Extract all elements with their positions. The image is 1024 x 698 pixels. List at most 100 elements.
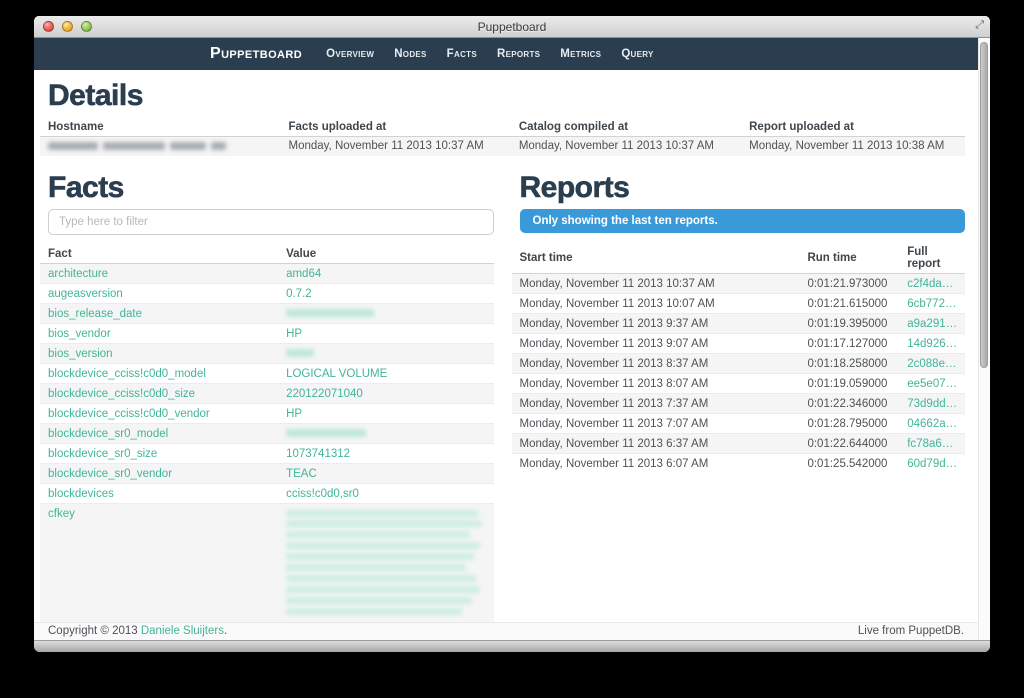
fact-name-cell: blockdevice_cciss!c0d0_vendor — [40, 404, 278, 424]
facts-uploaded-cell: Monday, November 11 2013 10:37 AM — [281, 136, 511, 156]
fact-row: blockdevice_sr0_model — [40, 424, 494, 444]
report-uploaded-cell: Monday, November 11 2013 10:38 AM — [741, 136, 965, 156]
fact-name-link[interactable]: bios_release_date — [48, 308, 142, 320]
fact-value-link[interactable]: 220122071040 — [286, 388, 363, 400]
report-hash-cell: a9a291… — [899, 314, 965, 334]
full-report-link[interactable]: 73d9dd… — [907, 398, 957, 410]
fact-name-link[interactable]: bios_version — [48, 348, 113, 360]
live-from-puppetdb-text: Live from PuppetDB. — [858, 625, 964, 637]
fact-value-cell: HP — [278, 404, 493, 424]
report-start-time: Monday, November 11 2013 6:07 AM — [512, 454, 800, 474]
report-row: Monday, November 11 2013 8:37 AM0:01:18.… — [512, 354, 966, 374]
fact-value-link[interactable]: HP — [286, 328, 302, 340]
redacted-line — [286, 575, 475, 582]
fact-row: blockdevice_cciss!c0d0_model LOGICAL VOLU… — [40, 364, 494, 384]
details-row: Monday, November 11 2013 10:37 AM Monday… — [40, 136, 965, 156]
fact-name-link[interactable]: blockdevice_sr0_model — [48, 428, 168, 440]
redacted-line — [286, 586, 479, 593]
report-hash-cell: c2f4da… — [899, 274, 965, 294]
fact-name-link[interactable]: blockdevices — [48, 488, 114, 500]
fact-value-cell: 0.7.2 — [278, 284, 493, 304]
fact-value-cell: amd64 — [278, 264, 493, 284]
fact-name-link[interactable]: augeasversion — [48, 288, 123, 300]
fact-value-link[interactable]: 0.7.2 — [286, 288, 312, 300]
details-col-catalog-compiled: Catalog compiled at — [511, 118, 741, 137]
facts-section: Facts Fact Value architectureamd64augeas… — [40, 168, 494, 622]
fact-value-link[interactable]: HP — [286, 408, 302, 420]
navbar-menu: OverviewNodesFactsReportsMetricsQuery — [316, 48, 664, 60]
redacted-line — [286, 597, 471, 604]
fact-name-link[interactable]: blockdevice_sr0_size — [48, 448, 157, 460]
report-start-time: Monday, November 11 2013 8:07 AM — [512, 374, 800, 394]
report-row: Monday, November 11 2013 6:37 AM0:01:22.… — [512, 434, 966, 454]
full-report-link[interactable]: 14d926… — [907, 338, 957, 350]
fact-name-cell: blockdevice_sr0_model — [40, 424, 278, 444]
nav-link-overview[interactable]: Overview — [316, 48, 384, 60]
facts-filter-input[interactable] — [48, 209, 494, 235]
window-scrollbar[interactable] — [978, 38, 990, 640]
navbar-brand[interactable]: Puppetboard — [210, 45, 302, 63]
nav-link-query[interactable]: Query — [611, 48, 663, 60]
full-report-link[interactable]: 60d79d… — [907, 458, 957, 470]
full-report-link[interactable]: a9a291… — [907, 318, 957, 330]
redacted-line — [286, 520, 481, 527]
report-hash-cell: 6cb772… — [899, 294, 965, 314]
reports-table: Start time Run time Full report Monday, … — [512, 243, 966, 473]
fact-value-link[interactable]: 1073741312 — [286, 448, 350, 460]
full-report-link[interactable]: fc78a6… — [907, 438, 953, 450]
fact-value-link[interactable]: cciss!c0d0,sr0 — [286, 488, 359, 500]
redacted-line — [286, 510, 477, 517]
reports-section: Reports Only showing the last ten report… — [512, 168, 966, 474]
full-report-link[interactable]: 2c088e… — [907, 358, 956, 370]
catalog-compiled-cell: Monday, November 11 2013 10:37 AM — [511, 136, 741, 156]
page-footer: Copyright © 2013 Daniele Sluijters. Live… — [34, 622, 978, 640]
fact-value-cell: LOGICAL VOLUME — [278, 364, 493, 384]
details-col-hostname: Hostname — [40, 118, 281, 137]
fact-row: blockdevice_sr0_size 1073741312 — [40, 444, 494, 464]
fact-name-link[interactable]: blockdevice_sr0_vendor — [48, 468, 172, 480]
full-report-link[interactable]: ee5e07… — [907, 378, 957, 390]
nav-item-metrics: Metrics — [550, 48, 611, 60]
report-row: Monday, November 11 2013 10:37 AM0:01:21… — [512, 274, 966, 294]
fact-value-link[interactable]: TEAC — [286, 468, 317, 480]
fact-value-link[interactable]: LOGICAL VOLUME — [286, 368, 387, 380]
report-start-time: Monday, November 11 2013 9:07 AM — [512, 334, 800, 354]
report-run-time: 0:01:18.258000 — [799, 354, 899, 374]
details-col-facts-uploaded: Facts uploaded at — [281, 118, 511, 137]
full-report-link[interactable]: 04662a… — [907, 418, 957, 430]
window-titlebar[interactable]: Puppetboard ⤢ — [34, 16, 990, 38]
fact-name-link[interactable]: architecture — [48, 268, 108, 280]
fact-name-link[interactable]: blockdevice_cciss!c0d0_vendor — [48, 408, 210, 420]
full-report-link[interactable]: 6cb772… — [907, 298, 956, 310]
fullscreen-icon[interactable]: ⤢ — [975, 19, 984, 32]
fact-row: blockdevice_sr0_vendor TEAC — [40, 464, 494, 484]
redacted-line — [286, 542, 479, 549]
redacted-line — [286, 553, 473, 560]
fact-name-link[interactable]: blockdevice_cciss!c0d0_size — [48, 388, 195, 400]
fact-name-cell: bios_release_date — [40, 304, 278, 324]
redacted-value — [286, 309, 374, 317]
report-run-time: 0:01:22.644000 — [799, 434, 899, 454]
fact-name-link[interactable]: cfkey — [48, 508, 75, 520]
main-navbar: Puppetboard OverviewNodesFactsReportsMet… — [34, 38, 978, 70]
full-report-link[interactable]: c2f4da… — [907, 278, 953, 290]
fact-name-link[interactable]: blockdevice_cciss!c0d0_model — [48, 368, 206, 380]
report-start-time: Monday, November 11 2013 10:37 AM — [512, 274, 800, 294]
nav-link-nodes[interactable]: Nodes — [384, 48, 436, 60]
fact-name-cell: cfkey — [40, 504, 278, 622]
report-hash-cell: 14d926… — [899, 334, 965, 354]
nav-link-facts[interactable]: Facts — [437, 48, 487, 60]
fact-name-link[interactable]: bios_vendor — [48, 328, 111, 340]
fact-name-cell: blockdevices — [40, 484, 278, 504]
fact-row: bios_release_date — [40, 304, 494, 324]
redacted-hostname — [211, 142, 226, 150]
report-run-time: 0:01:28.795000 — [799, 414, 899, 434]
scrollbar-thumb[interactable] — [980, 42, 988, 368]
report-row: Monday, November 11 2013 9:07 AM0:01:17.… — [512, 334, 966, 354]
nav-link-metrics[interactable]: Metrics — [550, 48, 611, 60]
author-link[interactable]: Daniele Sluijters — [141, 625, 224, 637]
nav-link-reports[interactable]: Reports — [487, 48, 550, 60]
redacted-value — [286, 349, 314, 357]
fact-value-link[interactable]: amd64 — [286, 268, 321, 280]
app-window: Puppetboard ⤢ Puppetboard OverviewNodesF… — [34, 16, 990, 652]
